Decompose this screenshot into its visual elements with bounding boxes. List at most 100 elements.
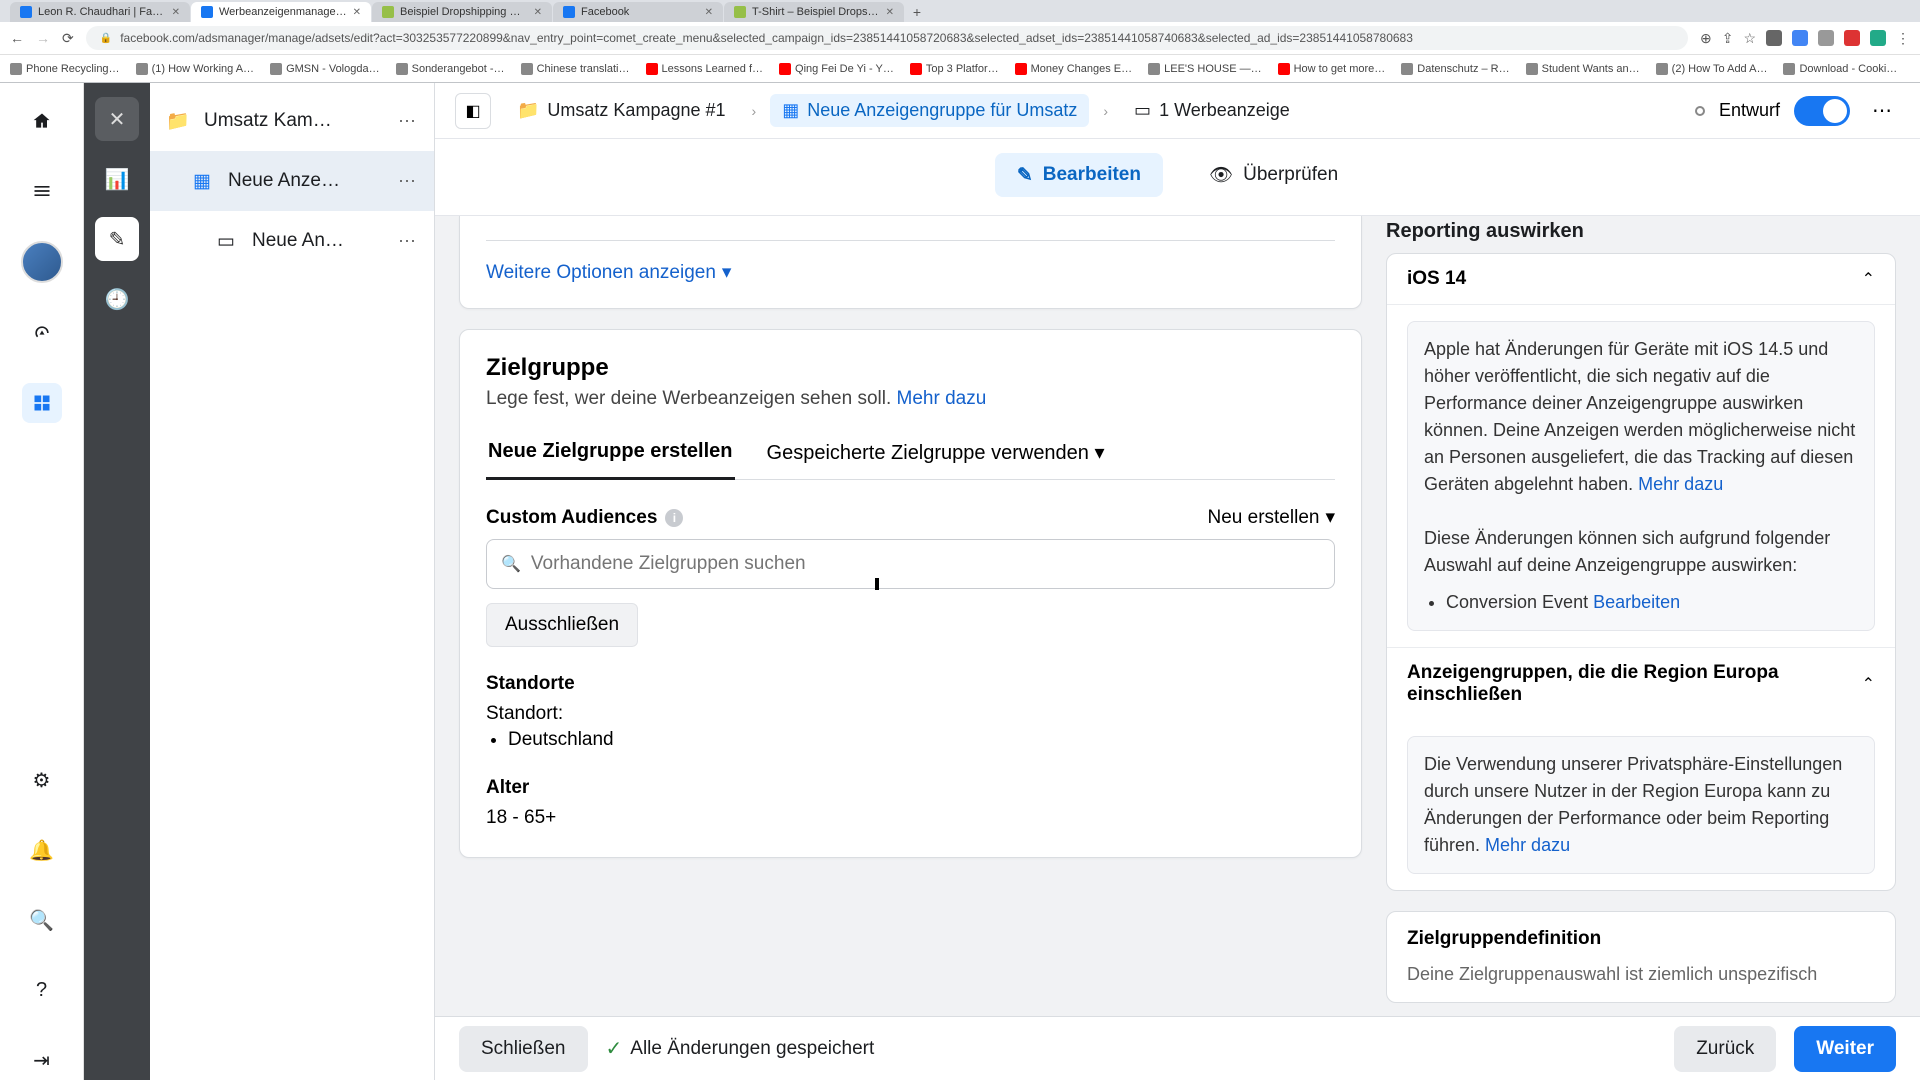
extension-icon[interactable] xyxy=(1766,30,1782,46)
clock-icon[interactable]: 🕘 xyxy=(95,277,139,321)
tab-saved-audience[interactable]: Gespeicherte Zielgruppe verwenden ▾ xyxy=(765,430,1107,479)
close-icon[interactable]: ✕ xyxy=(886,7,894,18)
avatar[interactable] xyxy=(21,241,63,283)
europe-info: Die Verwendung unserer Privatsphäre-Eins… xyxy=(1407,736,1875,874)
bookmark-item[interactable]: Download - Cooki… xyxy=(1783,63,1897,75)
bookmark-item[interactable]: GMSN - Vologda… xyxy=(270,63,380,75)
back-button[interactable]: Zurück xyxy=(1674,1026,1776,1072)
bookmark-item[interactable]: Chinese translati… xyxy=(521,63,630,75)
location-prefix: Standort: xyxy=(486,703,1335,725)
definition-body: Deine Zielgruppenauswahl ist ziemlich un… xyxy=(1407,964,1875,986)
status-toggle[interactable] xyxy=(1794,96,1850,126)
bookmark-item[interactable]: Money Changes E… xyxy=(1015,63,1133,75)
home-icon[interactable] xyxy=(22,101,62,141)
bookmark-item[interactable]: Student Wants an… xyxy=(1526,63,1640,75)
more-icon[interactable]: ⋯ xyxy=(1864,93,1900,129)
gear-icon[interactable]: ⚙ xyxy=(22,760,62,800)
reporting-header: Reporting auswirken xyxy=(1386,220,1896,243)
breadcrumb: ◧ 📁 Umsatz Kampagne #1 › ▦ Neue Anzeigen… xyxy=(435,83,1920,139)
browser-tab[interactable]: T-Shirt – Beispiel Dropshippi…✕ xyxy=(724,2,904,22)
menu-icon[interactable]: ⋮ xyxy=(1896,30,1910,47)
saved-indicator: ✓ Alle Änderungen gespeichert xyxy=(606,1036,875,1061)
status-dot-icon xyxy=(1695,106,1705,116)
bookmark-item[interactable]: (2) How To Add A… xyxy=(1656,63,1768,75)
edit-link[interactable]: Bearbeiten xyxy=(1593,592,1680,612)
bookmark-item[interactable]: Lessons Learned f… xyxy=(646,63,764,75)
tab-edit[interactable]: ✎ Bearbeiten xyxy=(995,153,1163,197)
share-icon[interactable]: ⇪ xyxy=(1722,30,1734,47)
more-icon[interactable]: ⋯ xyxy=(398,111,434,132)
tab-create-audience[interactable]: Neue Zielgruppe erstellen xyxy=(486,430,735,480)
search-icon[interactable]: 🔍 xyxy=(22,900,62,940)
bookmarks-bar: Phone Recycling… (1) How Working A… GMSN -… xyxy=(0,54,1920,82)
help-icon[interactable]: ? xyxy=(22,970,62,1010)
learn-more-link[interactable]: Mehr dazu xyxy=(897,388,987,409)
learn-more-link[interactable]: Mehr dazu xyxy=(1638,474,1723,494)
zoom-icon[interactable]: ⊕ xyxy=(1700,30,1712,47)
tree-item-adset[interactable]: ▦ Neue Anze… ⋯ xyxy=(150,151,434,211)
audience-search-input[interactable] xyxy=(531,553,1320,575)
new-tab-button[interactable]: + xyxy=(905,2,929,22)
bookmark-item[interactable]: (1) How Working A… xyxy=(136,63,255,75)
bell-icon[interactable]: 🔔 xyxy=(22,830,62,870)
more-icon[interactable]: ⋯ xyxy=(398,231,434,252)
extension-icon[interactable] xyxy=(1818,30,1834,46)
collapse-icon[interactable]: ⇥ xyxy=(22,1040,62,1080)
text-cursor xyxy=(875,578,879,590)
gauge-icon[interactable] xyxy=(22,313,62,353)
reload-button[interactable]: ⟳ xyxy=(62,30,74,47)
pencil-icon[interactable]: ✎ xyxy=(95,217,139,261)
europe-accordion-head[interactable]: Anzeigengruppen, die die Region Europa e… xyxy=(1387,647,1895,720)
back-button[interactable]: ← xyxy=(10,30,24,46)
crumb-campaign[interactable]: 📁 Umsatz Kampagne #1 xyxy=(505,94,738,127)
bookmark-item[interactable]: Phone Recycling… xyxy=(10,63,120,75)
chart-icon[interactable]: 📊 xyxy=(95,157,139,201)
close-icon[interactable]: ✕ xyxy=(353,7,361,18)
url-bar: ← → ⟳ 🔒 facebook.com/adsmanager/manage/a… xyxy=(0,22,1920,54)
url-input[interactable]: 🔒 facebook.com/adsmanager/manage/adsets/… xyxy=(86,26,1688,50)
close-icon[interactable]: ✕ xyxy=(705,7,713,18)
tree-item-ad[interactable]: ▭ Neue An… ⋯ xyxy=(150,211,434,271)
grid-icon[interactable] xyxy=(22,383,62,423)
browser-tab[interactable]: Facebook✕ xyxy=(553,2,723,22)
bookmark-item[interactable]: LEE'S HOUSE —… xyxy=(1148,63,1261,75)
browser-tab[interactable]: Beispiel Dropshipping Store –✕ xyxy=(372,2,552,22)
info-icon[interactable]: i xyxy=(665,509,683,527)
bookmark-item[interactable]: How to get more… xyxy=(1278,63,1386,75)
tree-item-campaign[interactable]: 📁 Umsatz Kam… ⋯ xyxy=(150,91,434,151)
audience-search-field[interactable]: 🔍 xyxy=(486,539,1335,589)
bookmark-item[interactable]: Top 3 Platfor… xyxy=(910,63,999,75)
close-icon[interactable]: ✕ xyxy=(95,97,139,141)
extension-icon[interactable] xyxy=(1792,30,1808,46)
next-button[interactable]: Weiter xyxy=(1794,1026,1896,1072)
bookmark-item[interactable]: Datenschutz – R… xyxy=(1401,63,1509,75)
footer-bar: Schließen ✓ Alle Änderungen gespeichert … xyxy=(435,1016,1920,1080)
menu-icon[interactable] xyxy=(22,171,62,211)
learn-more-link[interactable]: Mehr dazu xyxy=(1485,835,1570,855)
close-icon[interactable]: ✕ xyxy=(172,7,180,18)
check-icon: ✓ xyxy=(606,1036,623,1061)
tab-review[interactable]: 👁 Überprüfen xyxy=(1187,153,1360,197)
ios14-accordion-head[interactable]: iOS 14 ⌃ xyxy=(1387,254,1895,305)
browser-tab[interactable]: Leon R. Chaudhari | Facebook✕ xyxy=(10,2,190,22)
close-icon[interactable]: ✕ xyxy=(534,7,542,18)
more-icon[interactable]: ⋯ xyxy=(398,171,434,192)
extension-icon[interactable] xyxy=(1870,30,1886,46)
crumb-ad[interactable]: ▭ 1 Werbeanzeige xyxy=(1122,94,1302,127)
star-icon[interactable]: ☆ xyxy=(1743,30,1756,47)
extension-icon[interactable] xyxy=(1844,30,1860,46)
bookmark-item[interactable]: Qing Fei De Yi - Y… xyxy=(779,63,894,75)
chevron-down-icon: ▾ xyxy=(1095,442,1105,464)
card-audience-definition: Zielgruppendefinition Deine Zielgruppena… xyxy=(1386,911,1896,1003)
panel-toggle-button[interactable]: ◧ xyxy=(455,93,491,129)
forward-button: → xyxy=(36,30,50,46)
close-button[interactable]: Schließen xyxy=(459,1026,588,1072)
bookmark-item[interactable]: Sonderangebot -… xyxy=(396,63,505,75)
browser-tab-active[interactable]: Werbeanzeigenmanager – We…✕ xyxy=(191,2,371,22)
more-options-link[interactable]: Weitere Optionen anzeigen ▾ xyxy=(486,261,1335,284)
custom-audiences-label: Custom Audiences i xyxy=(486,507,683,529)
create-new-dropdown[interactable]: Neu erstellen ▾ xyxy=(1208,506,1336,529)
crumb-adset[interactable]: ▦ Neue Anzeigengruppe für Umsatz xyxy=(770,94,1089,127)
exclude-button[interactable]: Ausschließen xyxy=(486,603,638,647)
locations-label: Standorte xyxy=(486,673,1335,695)
